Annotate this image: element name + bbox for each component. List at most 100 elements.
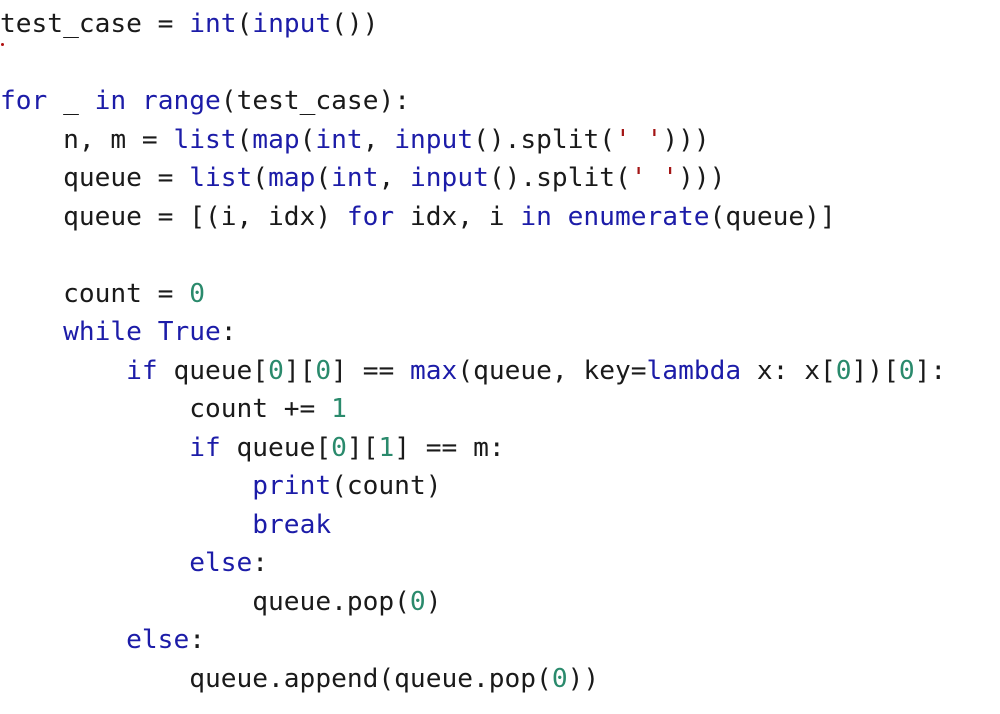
code-token-txt: count += bbox=[0, 394, 332, 424]
code-token-txt: ().split( bbox=[473, 124, 615, 155]
code-token-txt: ])[ bbox=[851, 355, 899, 386]
code-token-txt: ][ bbox=[283, 355, 316, 386]
code-token-kw: lambda bbox=[646, 355, 742, 386]
code-token-bi: int bbox=[189, 9, 237, 39]
code-token-txt: ][ bbox=[346, 432, 379, 463]
code-token-bi: enumerate bbox=[567, 201, 710, 232]
code-token-txt: idx, i bbox=[394, 201, 521, 232]
code-token-txt: ().split( bbox=[488, 163, 631, 193]
code-line[interactable]: queue.append(queue.pop(0)) bbox=[0, 660, 946, 699]
code-token-txt: count = bbox=[0, 278, 190, 309]
code-token-kw: for bbox=[346, 201, 395, 232]
code-token-txt: : bbox=[220, 317, 237, 347]
code-token-txt: queue = [(i, idx) bbox=[0, 201, 347, 232]
code-token-kw: while bbox=[63, 317, 142, 347]
code-token-num: 0 bbox=[551, 663, 568, 694]
code-token-txt: ( bbox=[299, 124, 316, 155]
code-token-txt: x: x[ bbox=[741, 355, 836, 386]
code-token-num: 1 bbox=[378, 432, 395, 463]
code-line[interactable]: queue = [(i, idx) for idx, i in enumerat… bbox=[0, 198, 946, 237]
code-line[interactable]: else: bbox=[0, 544, 946, 583]
code-token-bi: int bbox=[331, 163, 379, 193]
code-token-num: 0 bbox=[409, 586, 426, 617]
code-line[interactable]: for _ in range(test_case): bbox=[0, 82, 946, 121]
code-token-bi: input bbox=[252, 9, 332, 39]
code-token-txt: ] == m: bbox=[394, 432, 505, 463]
code-token-kw: for bbox=[0, 86, 48, 116]
code-token-txt: queue[ bbox=[157, 355, 269, 386]
code-line[interactable]: if queue[0][0] == max(queue, key=lambda … bbox=[0, 352, 946, 391]
code-token-kw: else bbox=[189, 548, 253, 578]
code-token-txt: ( bbox=[315, 163, 332, 193]
code-line[interactable]: if queue[0][1] == m: bbox=[0, 429, 946, 468]
code-line[interactable]: count = 0 bbox=[0, 275, 946, 314]
code-token-kw: break bbox=[252, 509, 332, 540]
code-token-txt: ))) bbox=[662, 124, 710, 155]
code-token-txt: ) bbox=[425, 586, 442, 617]
code-token-num: 0 bbox=[189, 278, 205, 309]
code-token-num: 0 bbox=[835, 355, 852, 386]
code-token-kw: in bbox=[520, 201, 552, 232]
code-token-txt: ))) bbox=[678, 163, 726, 193]
code-token-bi: list bbox=[173, 124, 237, 155]
code-token-bi: map bbox=[252, 124, 300, 155]
code-token-txt: ] == bbox=[331, 355, 411, 386]
code-token-txt: queue = bbox=[0, 163, 190, 193]
code-token-txt: ( bbox=[236, 124, 253, 155]
code-token-txt: , bbox=[362, 124, 395, 155]
code-token-num: 0 bbox=[331, 432, 347, 463]
code-token-kw: in bbox=[94, 86, 127, 116]
code-token-txt: : bbox=[252, 548, 269, 578]
code-token-bi: list bbox=[189, 163, 253, 193]
code-token-num: 1 bbox=[331, 394, 347, 424]
code-token-txt: (test_case): bbox=[220, 86, 410, 116]
code-token-bi: input bbox=[394, 124, 474, 155]
code-token-kw: else bbox=[126, 625, 190, 655]
code-token-txt: n, m = bbox=[0, 124, 174, 155]
code-token-txt: queue[ bbox=[220, 432, 332, 463]
code-token-num: 0 bbox=[898, 355, 915, 386]
code-line[interactable]: count += 1 bbox=[0, 390, 946, 429]
code-token-kw: if bbox=[189, 432, 221, 463]
code-line[interactable]: print(count) bbox=[0, 467, 946, 506]
code-token-bi: input bbox=[410, 163, 489, 193]
code-line[interactable]: queue = list(map(int, input().split(' ')… bbox=[0, 159, 946, 198]
code-editor[interactable]: test_case = int(input()) for _ in range(… bbox=[0, 5, 946, 698]
code-line[interactable]: test_case = int(input()) bbox=[0, 5, 946, 44]
error-marker-icon bbox=[1, 43, 4, 46]
code-token-txt: (count) bbox=[331, 471, 442, 501]
code-token-txt: _ bbox=[47, 86, 95, 116]
code-line[interactable] bbox=[0, 44, 946, 83]
code-token-txt: test_case = bbox=[0, 9, 190, 39]
code-token-txt: ]: bbox=[914, 355, 947, 386]
code-token-bi: print bbox=[252, 471, 332, 501]
code-token-kw: if bbox=[126, 355, 158, 386]
code-token-txt: : bbox=[189, 625, 205, 655]
code-token-txt: (queue, key= bbox=[457, 355, 647, 386]
code-line[interactable]: while True: bbox=[0, 313, 946, 352]
code-line[interactable]: break bbox=[0, 506, 946, 545]
code-token-bi: map bbox=[268, 163, 316, 193]
code-token-str: ' ' bbox=[615, 124, 663, 155]
code-line[interactable] bbox=[0, 236, 946, 275]
code-line[interactable]: queue.pop(0) bbox=[0, 583, 946, 622]
code-token-bi: max bbox=[410, 355, 458, 386]
code-token-num: 0 bbox=[268, 355, 284, 386]
code-token-txt: queue.pop( bbox=[0, 586, 410, 617]
code-token-txt: ( bbox=[252, 163, 269, 193]
code-line[interactable]: else: bbox=[0, 621, 946, 660]
code-token-bi: range bbox=[141, 86, 221, 116]
code-token-txt: )) bbox=[567, 663, 600, 694]
code-token-str: ' ' bbox=[630, 163, 679, 193]
code-token-txt: (queue)] bbox=[709, 201, 836, 232]
code-token-bi: int bbox=[315, 124, 363, 155]
code-line[interactable]: n, m = list(map(int, input().split(' '))… bbox=[0, 121, 946, 160]
